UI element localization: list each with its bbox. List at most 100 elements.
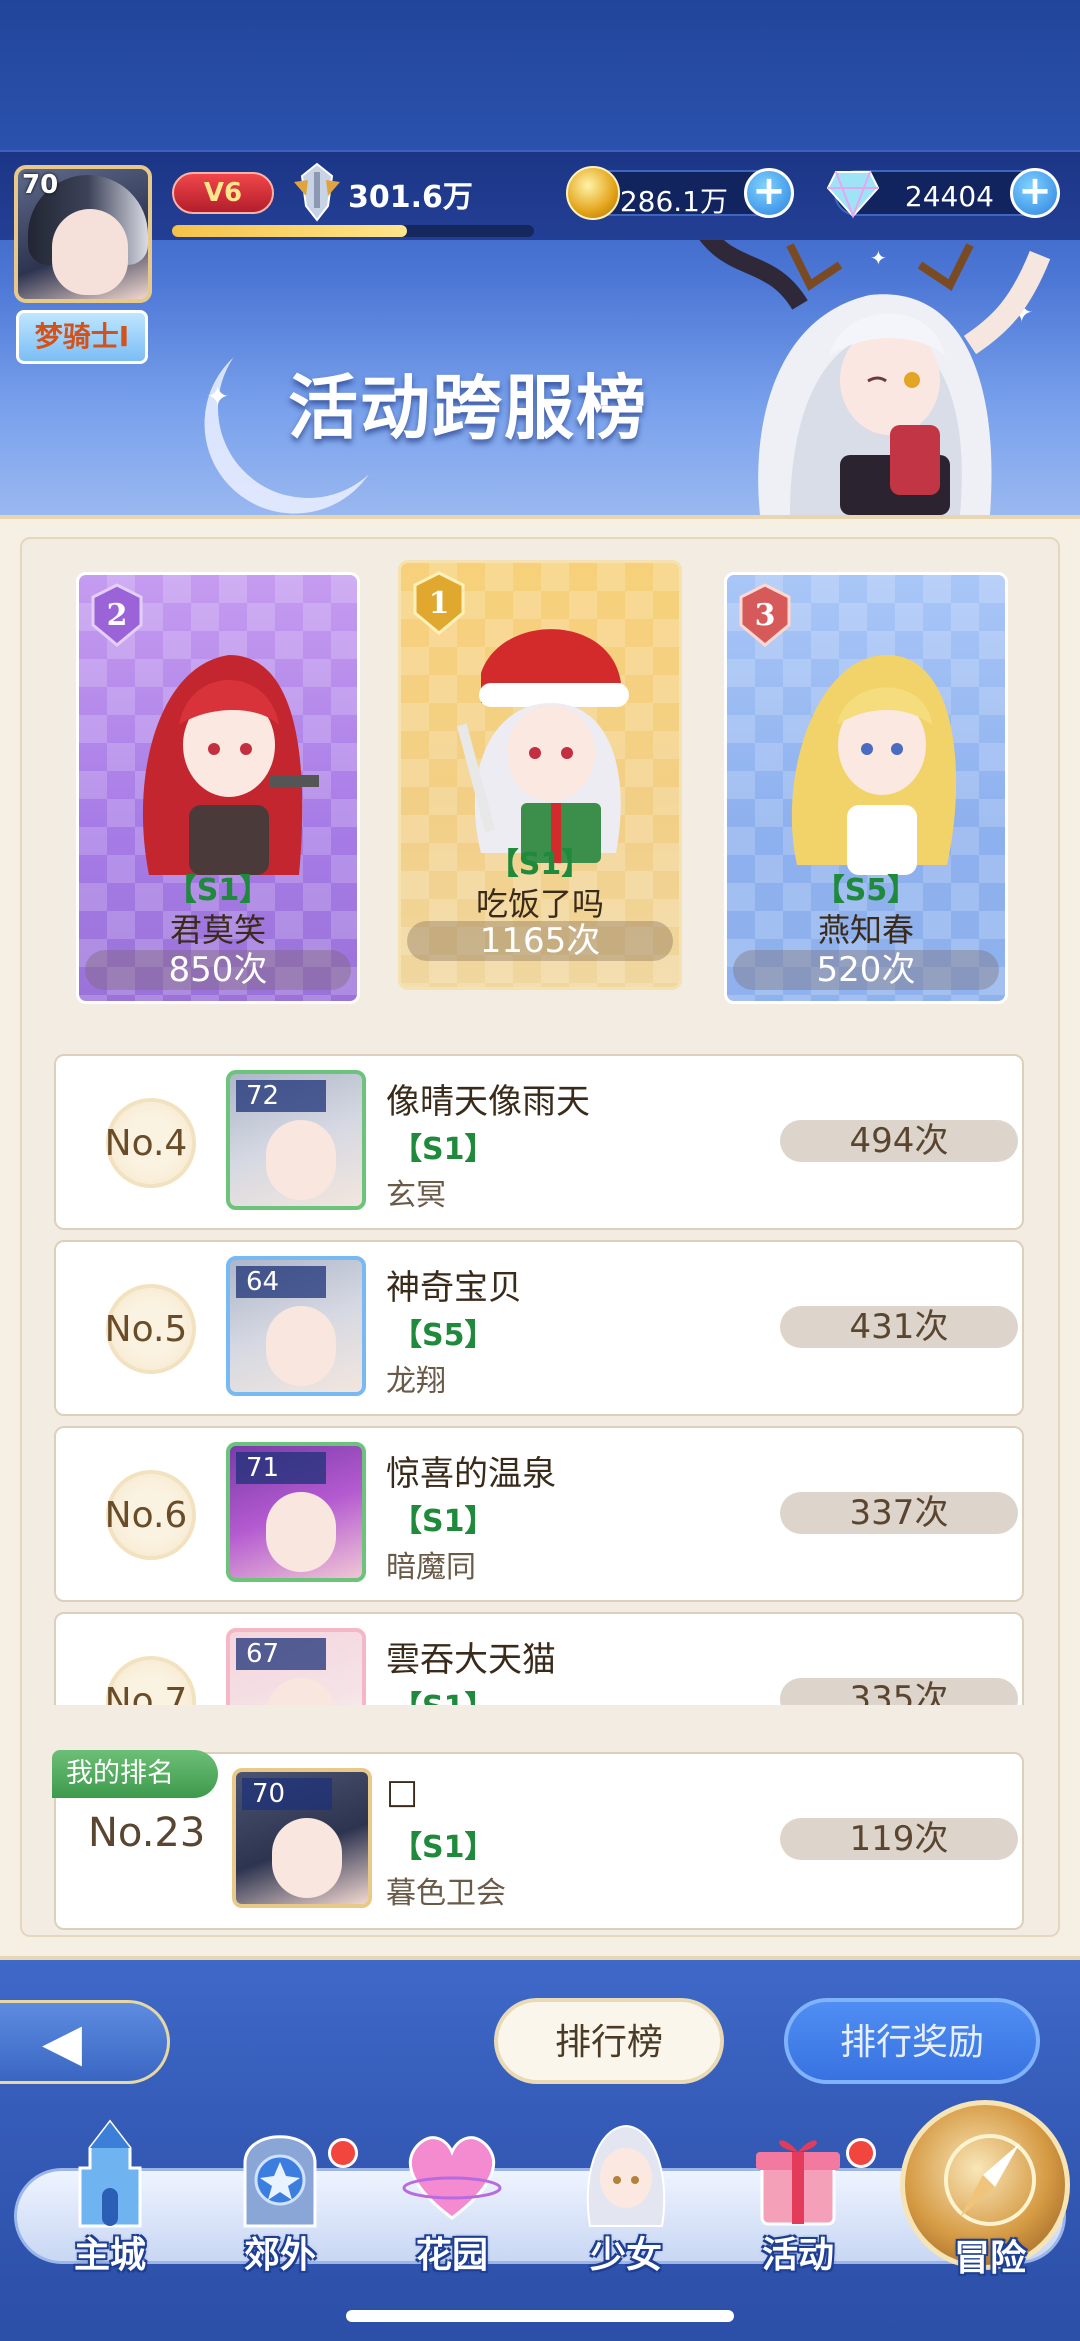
notification-dot (846, 2138, 876, 2168)
row-server: 【S1】 (392, 1132, 495, 1167)
xp-progress-bar (172, 225, 534, 237)
row-count: 337次 (780, 1492, 1018, 1534)
row-server: 【S1】 (392, 1504, 495, 1539)
row-rank: No.6 (104, 1495, 188, 1536)
gem-display: 24404 + (826, 168, 1060, 219)
tab-rank-rewards[interactable]: 排行奖励 (784, 1998, 1040, 2084)
nav-label: 主城 (73, 2235, 146, 2276)
row-rank: No.4 (104, 1123, 188, 1164)
row-player-name: 神奇宝贝 (386, 1268, 522, 1308)
ranking-row[interactable]: No.4 72 像晴天像雨天 【S1】 玄冥 494次 (54, 1054, 1024, 1230)
row-player-name: 像晴天像雨天 (386, 1082, 590, 1122)
podium-character-art (456, 629, 629, 863)
nav-label: 郊外 (243, 2235, 316, 2276)
heart-garden-icon (402, 2136, 502, 2220)
castle-icon (78, 2119, 142, 2228)
my-rank-row[interactable]: 我的排名 No.23 70 □ 【S1】 暮色卫会 119次 (52, 1750, 1024, 1930)
avatar-face (266, 1120, 336, 1200)
combat-power-value: 301.6万 (348, 180, 473, 215)
my-server: 【S1】 (392, 1830, 495, 1865)
nav-label: 冒险 (953, 2238, 1026, 2279)
my-rank-tag: 我的排名 (52, 1750, 218, 1798)
row-rank-badge: No.5 (86, 1284, 206, 1374)
podium-server: 【S5】 (814, 873, 918, 908)
avatar-face (272, 1818, 342, 1898)
sparkle-icon: ✦ (206, 380, 230, 413)
avatar-face (266, 1678, 336, 1705)
row-avatar[interactable]: 72 (226, 1070, 366, 1210)
nav-adventure[interactable]: 冒险 (900, 2100, 1070, 2279)
row-player-name: 雲吞大天猫 (386, 1640, 556, 1680)
notification-dot (328, 2138, 358, 2168)
diamond-icon (826, 171, 880, 219)
podium-player-name: 吃饭了吗 (475, 885, 604, 923)
my-guild: 暮色卫会 (386, 1876, 506, 1911)
player-title-badge[interactable]: 梦骑士Ⅰ (16, 310, 148, 364)
ranking-row[interactable]: No.6 71 惊喜的温泉 【S1】 暗魔同 337次 (54, 1426, 1024, 1602)
vip-badge[interactable]: V6 (172, 172, 274, 214)
girl-icon (586, 2124, 666, 2227)
nav-garden[interactable]: 花园 (372, 2118, 532, 2278)
row-rank-badge: No.6 (86, 1470, 206, 1560)
nav-suburbs[interactable]: 郊外 (200, 2118, 360, 2278)
banner-character-art (692, 220, 1051, 515)
row-count: 494次 (780, 1120, 1018, 1162)
podium-character-art (791, 655, 957, 875)
ranking-row[interactable]: No.7 67 雲吞大天猫 【S1】 335次 (54, 1612, 1024, 1705)
gem-value: 24404 (904, 180, 994, 213)
page-title: 活动跨服榜 (288, 367, 648, 449)
my-count: 119次 (780, 1818, 1018, 1860)
my-rank-number: No.23 (88, 1810, 206, 1856)
my-avatar-level: 70 (242, 1778, 332, 1810)
row-rank: No.5 (104, 1309, 188, 1350)
row-rank-badge: No.7 (86, 1656, 206, 1705)
nav-main-city[interactable]: 主城 (30, 2118, 190, 2278)
ranking-list[interactable]: No.4 72 像晴天像雨天 【S1】 玄冥 494次 No.5 64 神奇宝贝… (0, 1050, 1080, 1705)
row-avatar-level: 64 (236, 1266, 326, 1298)
avatar-face (52, 209, 128, 295)
back-button[interactable]: ◀ (0, 2000, 170, 2084)
row-guild: 暗魔同 (386, 1550, 476, 1585)
podium-rank-3[interactable]: 3 【S5】 燕知春 520次 (724, 572, 1008, 1004)
podium-rank-2[interactable]: 2 【S1】 君莫笑 850次 (76, 572, 360, 1004)
add-gem-button[interactable]: + (1010, 168, 1060, 218)
gold-coin-icon (566, 166, 620, 220)
nav-label: 花园 (415, 2235, 488, 2276)
row-guild: 龙翔 (386, 1364, 446, 1399)
row-count: 335次 (780, 1678, 1018, 1705)
ranking-row[interactable]: No.5 64 神奇宝贝 【S5】 龙翔 431次 (54, 1240, 1024, 1416)
nav-girls[interactable]: 少女 (546, 2118, 706, 2278)
row-avatar-level: 72 (236, 1080, 326, 1112)
podium-rank-1[interactable]: 1 【S1】 吃饭了吗 1165次 (398, 560, 682, 990)
avatar-face (266, 1306, 336, 1386)
my-player-name: □ (386, 1772, 419, 1812)
xp-progress-fill (172, 225, 408, 237)
podium-server: 【S1】 (166, 873, 270, 908)
gift-icon (756, 2140, 840, 2226)
tab-leaderboard[interactable]: 排行榜 (494, 1998, 724, 2084)
row-avatar[interactable]: 71 (226, 1442, 366, 1582)
row-count: 431次 (780, 1306, 1018, 1348)
row-avatar[interactable]: 64 (226, 1256, 366, 1396)
row-player-name: 惊喜的温泉 (386, 1454, 556, 1494)
portal-icon (243, 2135, 317, 2228)
row-server: 【S5】 (392, 1318, 495, 1353)
podium-count: 520次 (733, 950, 999, 990)
add-gold-button[interactable]: + (744, 168, 794, 218)
row-avatar-level: 71 (236, 1452, 326, 1484)
row-rank: No.7 (104, 1681, 188, 1705)
row-rank-badge: No.4 (86, 1098, 206, 1188)
podium-character-art (142, 655, 319, 875)
my-avatar[interactable]: 70 (232, 1768, 372, 1908)
player-level: 70 (22, 170, 59, 200)
podium-server: 【S1】 (488, 847, 592, 882)
gold-display: 286.1万 + (566, 166, 794, 220)
podium-player-name: 燕知春 (817, 911, 914, 949)
nav-events[interactable]: 活动 (718, 2118, 878, 2278)
home-indicator (346, 2310, 734, 2322)
back-arrow-icon: ◀ (42, 2013, 82, 2073)
status-area (0, 0, 1080, 150)
row-guild: 玄冥 (386, 1178, 446, 1213)
combat-power-icon (294, 162, 340, 222)
row-avatar[interactable]: 67 (226, 1628, 366, 1705)
